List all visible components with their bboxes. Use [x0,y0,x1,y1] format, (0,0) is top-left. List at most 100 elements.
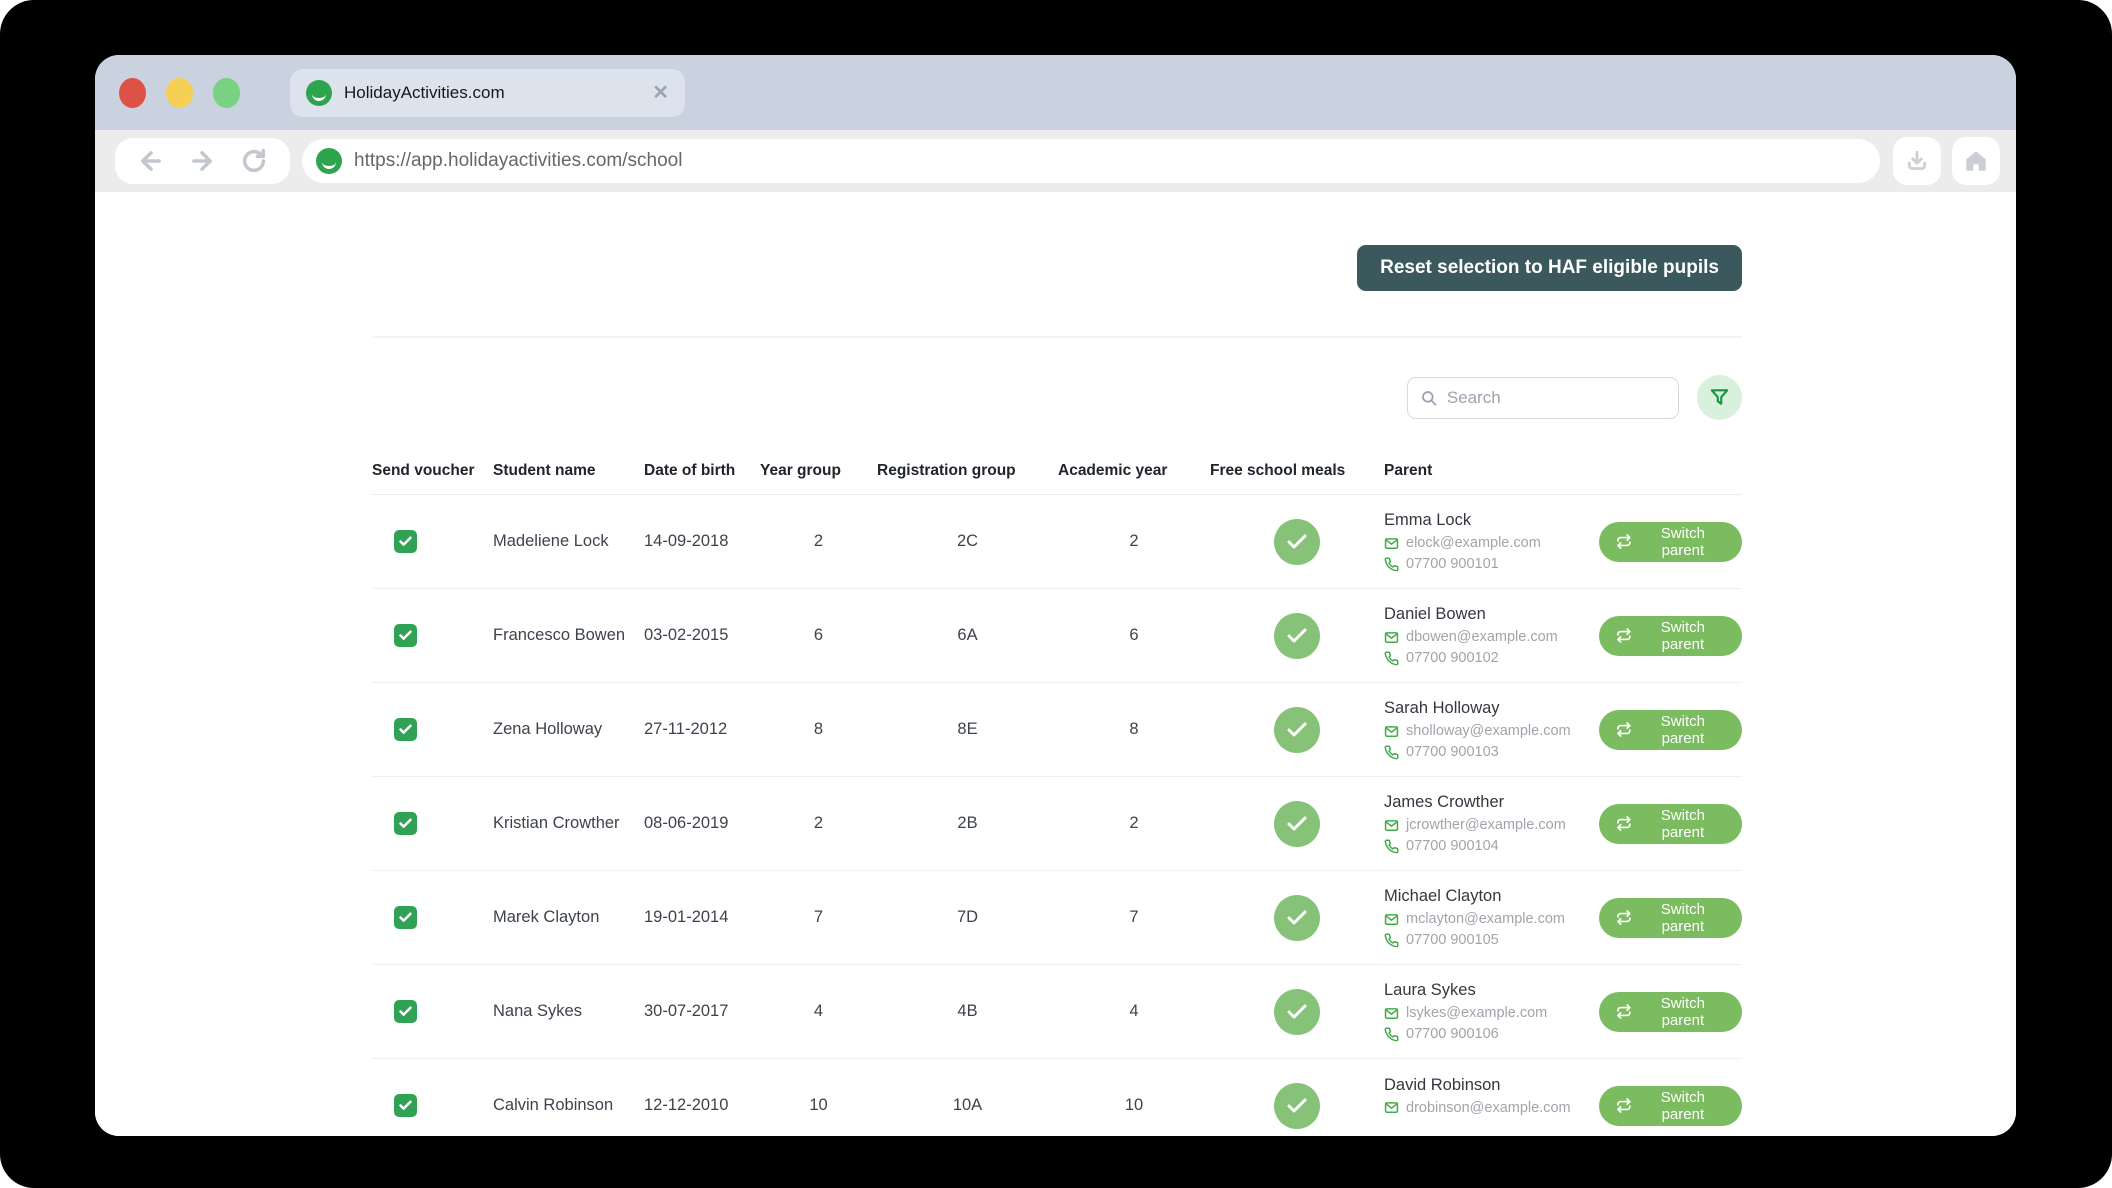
send-voucher-checkbox[interactable] [394,1000,417,1023]
switch-repeat-icon [1616,627,1632,644]
search-box[interactable] [1407,377,1679,419]
switch-parent-button[interactable]: Switch parent [1599,616,1742,656]
home-button[interactable] [1952,137,2000,185]
switch-parent-button[interactable]: Switch parent [1599,992,1742,1032]
student-name-cell: Nana Sykes [493,1002,644,1021]
column-header: Academic year [1058,462,1210,480]
table-row: Zena Holloway 27-11-2012 8 8E 8 Sarah Ho… [372,683,1742,777]
registration-group-cell: 8E [877,720,1058,739]
year-group-cell: 10 [760,1096,877,1115]
free-school-meals-cell [1210,519,1384,565]
forward-icon[interactable] [188,147,216,175]
student-table-body: Madeliene Lock 14-09-2018 2 2C 2 Emma Lo… [372,495,1742,1136]
send-voucher-cell [372,718,493,741]
switch-repeat-icon [1616,909,1632,926]
year-group-cell: 2 [760,532,877,551]
email-icon [1384,1100,1399,1115]
search-input[interactable] [1447,388,1666,408]
back-icon[interactable] [137,147,165,175]
toolbar-actions [1893,137,2000,185]
download-button[interactable] [1893,137,1941,185]
email-icon [1384,912,1399,927]
check-icon [398,1098,413,1113]
tab-title: HolidayActivities.com [344,83,652,103]
send-voucher-cell [372,530,493,553]
column-header: Free school meals [1210,462,1384,480]
parent-name: Laura Sykes [1384,981,1599,1000]
dob-cell: 30-07-2017 [644,1002,760,1021]
fsm-check-badge [1274,519,1320,565]
check-icon [1285,624,1309,648]
switch-parent-cell: Switch parent [1599,898,1742,938]
student-name-cell: Zena Holloway [493,720,644,739]
student-name-cell: Kristian Crowther [493,814,644,833]
free-school-meals-cell [1210,1083,1384,1129]
send-voucher-cell [372,906,493,929]
check-icon [398,1004,413,1019]
send-voucher-checkbox[interactable] [394,624,417,647]
dob-cell: 14-09-2018 [644,532,760,551]
student-name-cell: Calvin Robinson [493,1096,644,1115]
url-bar[interactable]: https://app.holidayactivities.com/school [302,139,1880,183]
site-favicon-smiley-icon [306,80,332,106]
parent-name: Sarah Holloway [1384,699,1599,718]
phone-icon [1384,651,1399,666]
dob-cell: 12-12-2010 [644,1096,760,1115]
browser-tab[interactable]: HolidayActivities.com ✕ [290,69,685,117]
parent-email: drobinson@example.com [1384,1100,1599,1116]
page-content: Reset selection to HAF eligible pupils S… [95,192,2016,1136]
fsm-check-badge [1274,801,1320,847]
free-school-meals-cell [1210,801,1384,847]
academic-year-cell: 8 [1058,720,1210,739]
switch-parent-button[interactable]: Switch parent [1599,522,1742,562]
switch-parent-button[interactable]: Switch parent [1599,710,1742,750]
check-icon [398,722,413,737]
maximize-window-button[interactable] [213,78,240,108]
fsm-check-badge [1274,895,1320,941]
phone-icon [1384,557,1399,572]
send-voucher-checkbox[interactable] [394,812,417,835]
check-icon [1285,530,1309,554]
switch-repeat-icon [1616,533,1632,550]
browser-window: HolidayActivities.com ✕ https://app.holi… [95,55,2016,1136]
parent-email: dbowen@example.com [1384,629,1599,645]
parent-email: mclayton@example.com [1384,911,1599,927]
close-window-button[interactable] [119,78,146,108]
parent-name: David Robinson [1384,1076,1599,1095]
parent-email: elock@example.com [1384,535,1599,551]
search-row [372,375,1742,420]
email-icon [1384,630,1399,645]
url-text: https://app.holidayactivities.com/school [354,150,682,172]
registration-group-cell: 4B [877,1002,1058,1021]
registration-group-cell: 2C [877,532,1058,551]
check-icon [1285,906,1309,930]
switch-parent-button[interactable]: Switch parent [1599,898,1742,938]
check-icon [398,534,413,549]
reload-icon[interactable] [240,147,268,175]
filter-button[interactable] [1697,375,1742,420]
parent-phone: 07700 900104 [1384,838,1599,854]
minimize-window-button[interactable] [166,78,193,108]
student-name-cell: Madeliene Lock [493,532,644,551]
switch-parent-button[interactable]: Switch parent [1599,1086,1742,1126]
registration-group-cell: 7D [877,908,1058,927]
parent-email: sholloway@example.com [1384,723,1599,739]
switch-parent-button[interactable]: Switch parent [1599,804,1742,844]
email-icon [1384,818,1399,833]
filter-funnel-icon [1708,386,1731,409]
column-header: Parent [1384,462,1599,480]
reset-selection-button[interactable]: Reset selection to HAF eligible pupils [1357,245,1742,291]
switch-parent-cell: Switch parent [1599,710,1742,750]
send-voucher-checkbox[interactable] [394,906,417,929]
academic-year-cell: 7 [1058,908,1210,927]
send-voucher-checkbox[interactable] [394,1094,417,1117]
parent-phone: 07700 900103 [1384,744,1599,760]
send-voucher-checkbox[interactable] [394,530,417,553]
switch-repeat-icon [1616,1097,1632,1114]
registration-group-cell: 6A [877,626,1058,645]
parent-cell: James Crowther jcrowther@example.com 077… [1384,793,1599,854]
phone-icon [1384,745,1399,760]
send-voucher-checkbox[interactable] [394,718,417,741]
tab-close-icon[interactable]: ✕ [652,80,669,105]
fsm-check-badge [1274,707,1320,753]
